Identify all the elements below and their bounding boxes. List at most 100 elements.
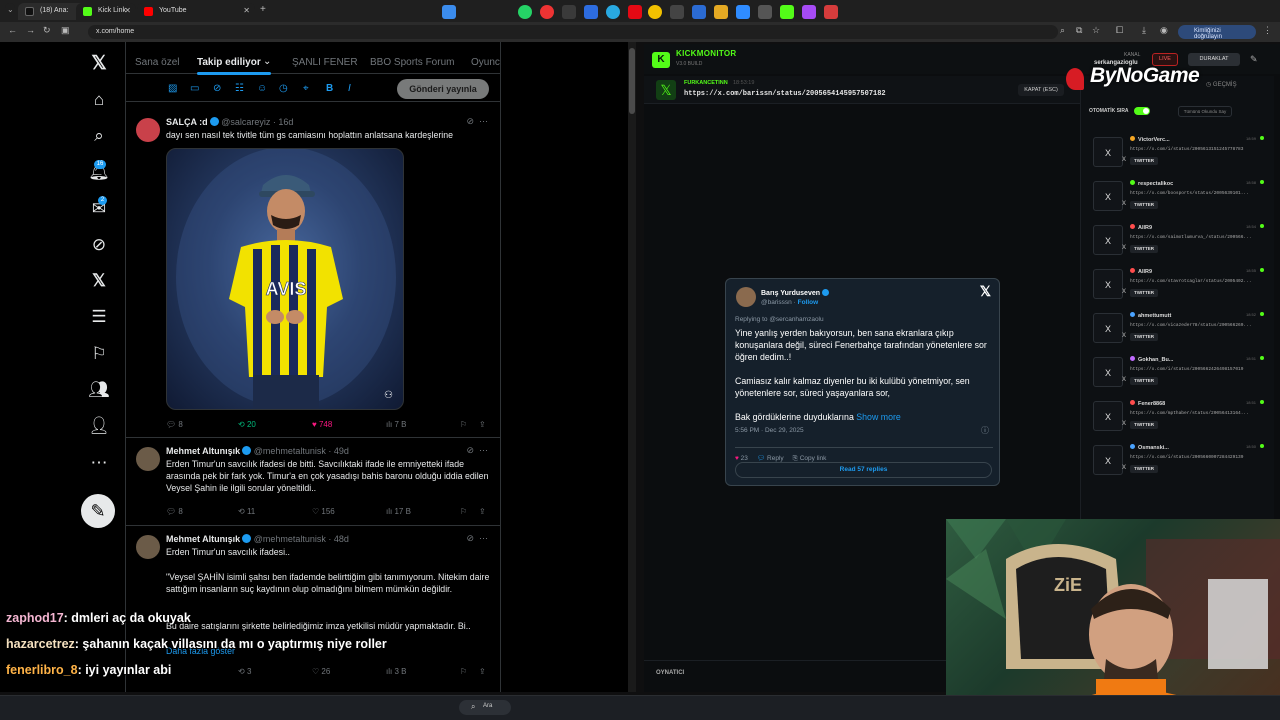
zoom-icon[interactable]: ⌕ [1060, 25, 1065, 36]
app-icon[interactable] [692, 5, 706, 19]
location-icon[interactable]: ⌖ [303, 83, 309, 94]
bookmark-icon[interactable]: ⚐ [460, 507, 467, 516]
retweet-count[interactable]: ⟲ 3 [238, 667, 251, 676]
embedded-tweet-card[interactable]: Barış Yurduseven @barisssn · Follow 𝕏 Re… [725, 278, 1000, 486]
show-more-link[interactable]: Show more [856, 412, 901, 422]
share-icon[interactable]: ⇪ [479, 420, 486, 429]
reply-count[interactable]: 💬︎ 8 [166, 420, 183, 429]
close-tab-icon[interactable]: ✕ [124, 6, 131, 15]
app-icon[interactable] [670, 5, 684, 19]
more-icon[interactable]: ⊘ ⋯ [466, 116, 488, 127]
view-count[interactable]: ılı 3 B [386, 667, 406, 676]
download-icon[interactable]: ⤓ [1142, 25, 1146, 36]
url-field[interactable]: x.com/home [88, 25, 1058, 39]
grok-icon[interactable]: ⊘ [88, 235, 110, 257]
x-logo-icon[interactable]: 𝕏 [980, 283, 991, 300]
info-icon[interactable]: ⓘ [981, 425, 989, 436]
grok-icon[interactable]: ⊘ [213, 83, 221, 94]
communities-icon[interactable]: 👥︎ [88, 380, 110, 402]
reload-icon[interactable]: ↻ [43, 25, 51, 36]
queue-item[interactable]: Xahmettumutt https://x.com/vicazeder78/st… [1090, 310, 1266, 350]
back-icon[interactable]: ← [8, 25, 17, 35]
scrollbar[interactable] [628, 42, 636, 692]
profile-icon[interactable]: 👤︎ [88, 416, 110, 438]
gif-icon[interactable]: ▭ [190, 83, 199, 94]
tweet[interactable]: Mehmet Altunışık @mehmetaltunisk · 49d ⊘… [126, 439, 500, 526]
queue-item-url[interactable]: https://x.com/i/status/20056600072844291… [1130, 455, 1243, 460]
extensions-icon[interactable]: ⧠ [1116, 25, 1123, 36]
queue-item-url[interactable]: https://x.com/mpthaber/status/2005641316… [1130, 411, 1249, 416]
app-icon[interactable] [540, 5, 554, 19]
queue-item[interactable]: X VictorVerc... https://x.com/i/status/200… [1090, 134, 1266, 174]
screen-icon[interactable]: ⧉ [1076, 25, 1082, 36]
profile-icon[interactable]: ◉ [1160, 25, 1168, 36]
tab-list[interactable]: Oyunc [471, 57, 500, 68]
compose-post-icon[interactable]: ✎ [81, 494, 115, 528]
tab-following[interactable]: Takip ediliyor [197, 57, 261, 68]
outlook-icon[interactable] [584, 5, 598, 19]
kick-app-icon[interactable] [780, 5, 794, 19]
copy-link[interactable]: Copy link [800, 455, 827, 462]
netflix-icon[interactable] [628, 5, 642, 19]
mark-all-read-button[interactable]: Tümünü Okundu Say [1178, 106, 1232, 117]
tweet[interactable]: Mehmet Altunışık @mehmetaltunisk · 48d ⊘… [126, 527, 500, 687]
close-button[interactable]: KAPAT (ESC) [1018, 84, 1064, 96]
reply-icon[interactable]: 💬︎ [757, 455, 765, 462]
like-count[interactable]: ♥ 748 [312, 420, 332, 429]
queue-item-url[interactable]: https://x.com/i/status/20056131512457787… [1130, 147, 1243, 152]
telegram-icon[interactable] [606, 5, 620, 19]
tab-menu-icon[interactable]: ⌄ [5, 3, 15, 20]
share-icon[interactable]: ⇪ [479, 507, 486, 516]
chrome-icon[interactable] [648, 5, 662, 19]
home-icon[interactable]: ⌂ [88, 90, 110, 112]
more-icon[interactable]: ⊘ ⋯ [466, 445, 488, 456]
chevron-down-icon[interactable]: ⌄ [263, 56, 271, 67]
tab-youtube[interactable]: YouTube ✕ [137, 3, 255, 20]
start-icon[interactable] [442, 5, 456, 19]
tweet-author[interactable]: Mehmet Altunışık @mehmetaltunisk · 49d [166, 446, 349, 456]
forward-icon[interactable]: → [26, 25, 35, 35]
app-icon[interactable] [714, 5, 728, 19]
history-tab[interactable]: ◷ GEÇMİŞ [1206, 81, 1237, 88]
reply-count[interactable]: 💬︎ 8 [166, 507, 183, 516]
search-icon[interactable]: ⌕ [88, 126, 110, 148]
like-icon[interactable]: ♥ [735, 455, 739, 462]
queue-item-url[interactable]: https://x.com/boosports/status/200563910… [1130, 191, 1249, 196]
queue-item[interactable]: X AllR9 https://x.com/saimotlumurva_/statu… [1090, 222, 1266, 262]
avatar[interactable] [736, 287, 756, 307]
like-count[interactable]: ♡ 156 [312, 507, 335, 516]
post-button[interactable]: Gönderi yayınla [397, 79, 489, 99]
avatar[interactable] [136, 447, 160, 471]
emoji-icon[interactable]: ☺ [257, 83, 267, 94]
sidebar-toggle-icon[interactable]: ▣ [61, 25, 70, 36]
view-count[interactable]: ılı 7 B [386, 420, 406, 429]
file-explorer-icon[interactable] [562, 5, 576, 19]
queue-item[interactable]: X Gokhan_Bu... https://x.com/i/status/2005… [1090, 354, 1266, 394]
bookmark-icon[interactable]: ⚐ [460, 420, 467, 429]
queue-item-url[interactable]: https://x.com/saimotlumurva_/status/2005… [1130, 235, 1252, 240]
retweet-count[interactable]: ⟲ 11 [238, 507, 255, 516]
tab-kick[interactable]: Kick Link ✕ [76, 3, 136, 20]
link-icon[interactable]: ⎘ [793, 455, 798, 462]
lists-icon[interactable]: ☰ [88, 307, 110, 329]
new-tab-button[interactable]: + [260, 4, 266, 15]
bold-icon[interactable]: B [326, 83, 333, 94]
scrollbar-thumb[interactable] [629, 48, 635, 114]
queue-item-url[interactable]: https://x.com/vicazeder78/status/2005662… [1130, 323, 1252, 328]
premium-x-icon[interactable]: 𝕏 [88, 271, 110, 293]
media-tag-icon[interactable]: ⚇ [384, 390, 393, 401]
bookmarks-icon[interactable]: ⚐ [88, 344, 110, 366]
queue-item-url[interactable]: https://x.com/i/status/20056624264981570… [1130, 367, 1243, 372]
current-url[interactable]: https://x.com/barissn/status/20056541459… [684, 90, 886, 98]
queue-item[interactable]: X AllR9 https://x.com/stavrotcaglar/status… [1090, 266, 1266, 306]
queue-item[interactable]: X Fener8868 https://x.com/mpthaber/status/… [1090, 398, 1266, 438]
tab-list[interactable]: BBO Sports Forum [370, 57, 454, 68]
tweet-image[interactable]: AVIS ⚇ [166, 148, 404, 410]
avatar[interactable] [136, 535, 160, 559]
tweet-author[interactable]: Mehmet Altunışık @mehmetaltunisk · 48d [166, 534, 349, 544]
view-count[interactable]: ılı 17 B [386, 507, 411, 516]
queue-item[interactable]: Xrespectalikoc https://x.com/boosports/st… [1090, 178, 1266, 218]
tab-list[interactable]: ŞANLI FENER [292, 57, 358, 68]
poll-icon[interactable]: ☷ [235, 83, 244, 94]
whatsapp-icon[interactable] [518, 5, 532, 19]
